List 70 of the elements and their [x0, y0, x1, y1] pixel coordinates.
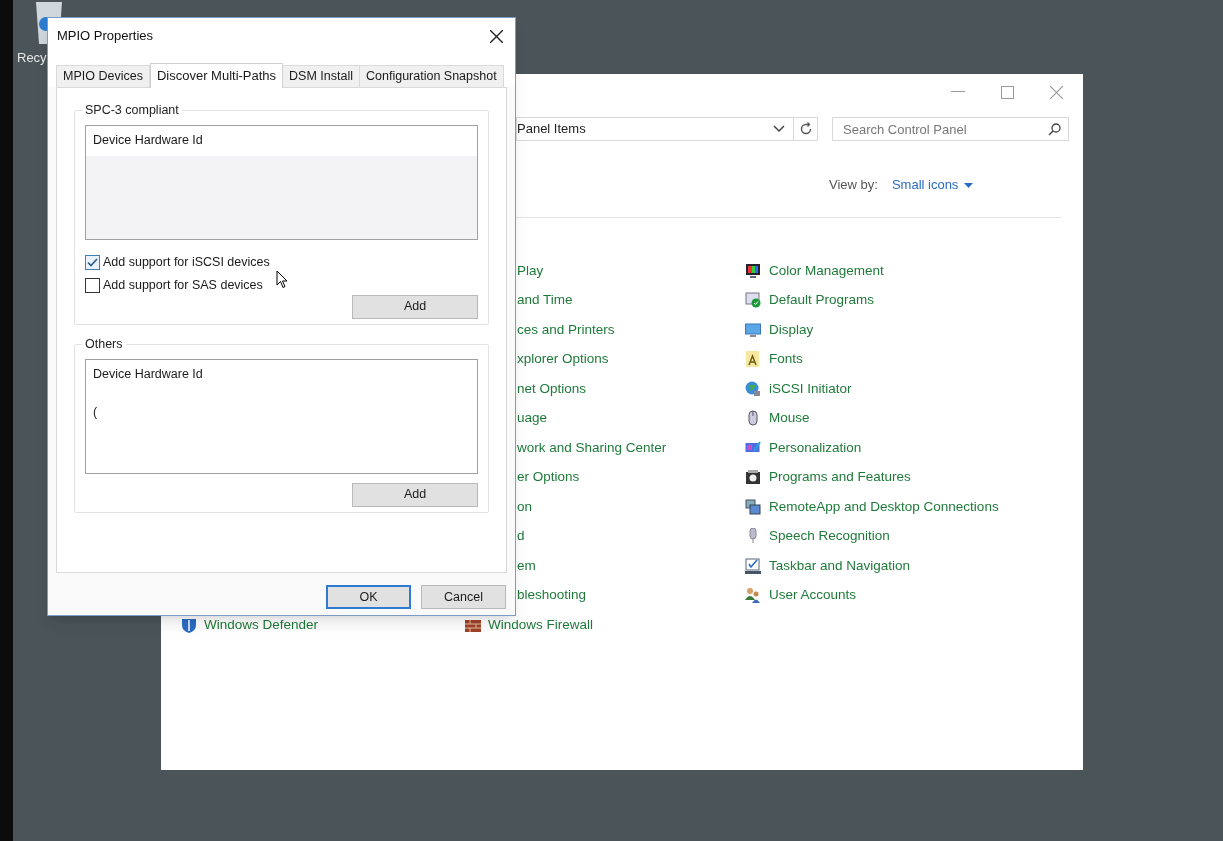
caret-icon [964, 182, 974, 188]
maximize-icon[interactable] [1001, 85, 1014, 99]
add-button[interactable]: Add [352, 482, 478, 507]
control-panel-link[interactable]: iSCSI Initiator [769, 379, 852, 398]
minimize-icon[interactable] [951, 91, 965, 93]
control-panel-link[interactable]: Personalization [769, 438, 862, 457]
view-by-label: View by: [829, 176, 878, 195]
shield-icon [181, 616, 197, 633]
control-panel-link[interactable]: Play [517, 261, 544, 280]
monitor-icon [745, 321, 761, 338]
chevron-down-icon[interactable] [773, 125, 785, 133]
control-panel-link[interactable]: Color Management [769, 261, 884, 280]
search-field[interactable]: Search Control Panel [832, 117, 1069, 141]
tab[interactable]: MPIO Devices [56, 65, 150, 87]
checklist-icon [745, 557, 761, 574]
letter-a-icon [745, 351, 761, 368]
control-panel-link[interactable]: Mouse [769, 409, 810, 428]
checkbox-label: Add support for iSCSI devices [103, 254, 270, 272]
computer-icon [745, 498, 761, 515]
control-panel-link[interactable]: on [517, 497, 533, 516]
control-panel-link[interactable]: Fonts [769, 350, 803, 369]
control-panel-link[interactable]: Default Programs [769, 291, 875, 310]
tab[interactable]: Discover Multi-Paths [149, 63, 284, 88]
control-panel-link[interactable]: ces and Printers [517, 320, 615, 339]
box-icon [745, 469, 761, 486]
list-item[interactable]: ( [93, 403, 98, 422]
refresh-icon [798, 122, 813, 136]
tab[interactable]: DSM Install [282, 65, 360, 87]
control-panel-link[interactable]: xplorer Options [517, 350, 609, 369]
control-panel-link[interactable]: net Options [517, 379, 587, 398]
group-title: Others [84, 335, 124, 353]
control-panel-link[interactable]: er Options [517, 468, 580, 487]
close-icon[interactable] [490, 29, 503, 43]
tab[interactable]: Configuration Snapshot [359, 65, 504, 87]
column-header: Device Hardware Id [93, 366, 203, 384]
cancel-button[interactable]: Cancel [421, 585, 506, 609]
control-panel-link[interactable]: Speech Recognition [769, 527, 890, 546]
checkbox[interactable] [85, 255, 100, 271]
control-panel-link[interactable]: and Time [517, 291, 573, 310]
search-icon[interactable] [1048, 123, 1061, 136]
add-button[interactable]: Add [352, 294, 478, 319]
checkbox-label: Add support for SAS devices [103, 277, 263, 295]
icon-label[interactable]: Recy [17, 48, 47, 68]
view-by-dropdown[interactable]: Small icons [891, 175, 974, 195]
column-header: Device Hardware Id [93, 132, 203, 150]
control-panel-link[interactable]: bleshooting [517, 586, 587, 605]
users-icon [745, 587, 761, 604]
ok-button[interactable]: OK [326, 585, 411, 609]
group-title: SPC-3 compliant [84, 102, 180, 119]
address-bar[interactable]: Panel Items [516, 117, 794, 141]
refresh-button[interactable] [794, 117, 818, 141]
control-panel-link[interactable]: User Accounts [769, 586, 857, 605]
color-monitor-icon [745, 262, 761, 279]
control-panel-link[interactable]: uage [517, 409, 548, 428]
control-panel-link[interactable]: Programs and Features [769, 468, 911, 487]
control-panel-link[interactable]: work and Sharing Center [517, 438, 667, 457]
globe-icon [745, 380, 761, 397]
control-panel-link[interactable]: Windows Firewall [488, 615, 594, 634]
control-panel-link[interactable]: RemoteApp and Desktop Connections [769, 497, 999, 516]
list-box[interactable]: Device Hardware Id ( [85, 358, 478, 474]
list-box[interactable]: Device Hardware Id [85, 124, 478, 240]
control-panel-link[interactable]: em [517, 556, 536, 575]
control-panel-link[interactable]: Windows Defender [204, 615, 319, 634]
control-panel-link[interactable]: Taskbar and Navigation [769, 556, 911, 575]
control-panel-link[interactable]: d [517, 527, 525, 546]
window-title: MPIO Properties [57, 27, 155, 46]
checkbox[interactable] [85, 278, 100, 294]
cursor-icon [276, 270, 288, 289]
window-check-icon [745, 292, 761, 309]
control-panel-link[interactable]: Display [769, 320, 814, 339]
